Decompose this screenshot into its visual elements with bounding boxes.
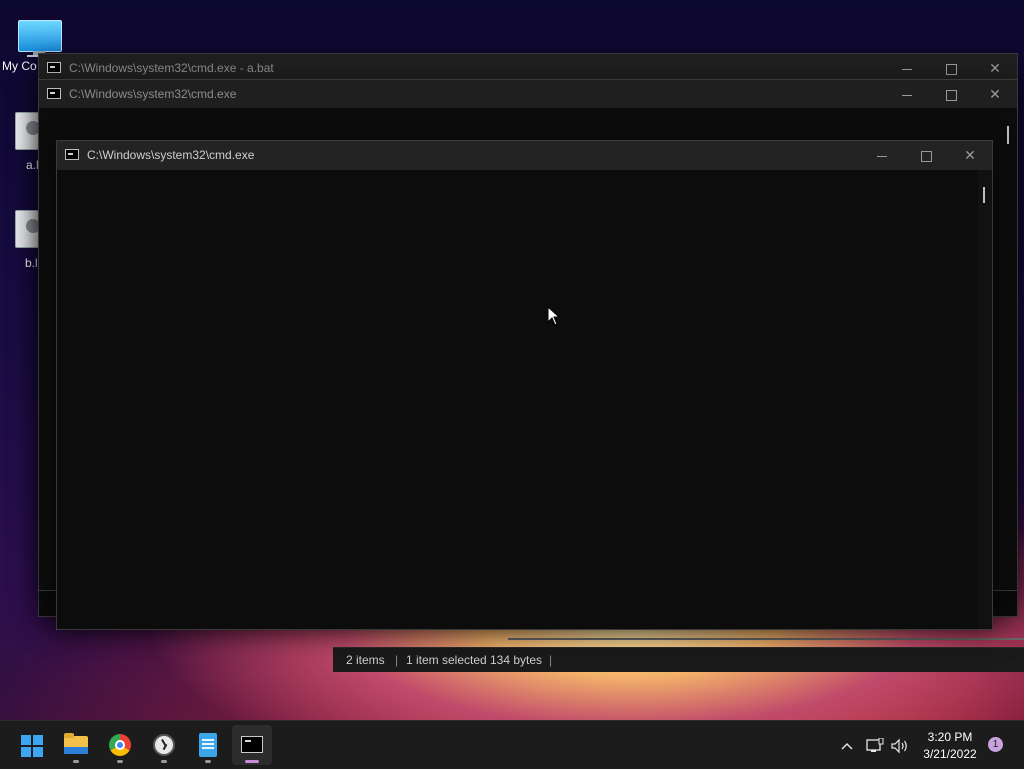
taskbar-chrome[interactable] [100,725,140,765]
desktop-icon-label: b.l [25,256,38,270]
running-indicator [117,760,123,763]
cmd-icon [65,149,79,160]
status-separator: | [395,653,399,667]
explorer-scrollbar[interactable] [508,638,1024,640]
show-hidden-icons-button[interactable] [836,721,858,769]
computer-icon [18,20,62,52]
clock-date: 3/21/2022 [923,747,977,761]
taskbar-notepad[interactable] [188,725,228,765]
notification-badge[interactable]: 1 [988,737,1003,752]
maximize-button[interactable] [929,54,973,82]
status-item-count: 2 items [346,653,385,667]
running-indicator [205,760,211,763]
desktop-icon-b-bat[interactable]: b.l [0,206,47,276]
desktop-icon-a-bat[interactable]: a.l [0,108,47,178]
desktop-icon-label: My Co [2,59,37,73]
clock-icon [153,734,175,756]
close-icon: ✕ [989,60,1001,76]
minimize-button[interactable] [885,54,929,82]
mouse-cursor-icon [547,306,561,326]
console-area[interactable] [57,170,978,629]
console-scrollbar-thumb[interactable] [983,187,985,203]
console-scrollbar-track[interactable] [978,170,992,629]
taskbar: 3:20 PM 3/21/2022 [0,720,1024,769]
terminal-icon [241,736,263,753]
titlebar[interactable]: C:\Windows\system32\cmd.exe ✕ [57,141,992,170]
network-icon [866,737,884,753]
titlebar[interactable]: C:\Windows\system32\cmd.exe - a.bat ✕ [39,54,1017,82]
window-title: C:\Windows\system32\cmd.exe - a.bat [69,61,274,75]
clock-time: 3:20 PM [927,730,973,744]
notepad-icon [199,733,217,757]
chevron-up-icon [841,743,853,750]
taskbar-clock-area[interactable]: 3:20 PM 3/21/2022 [912,721,988,769]
cmd-icon [47,62,61,73]
active-indicator [245,760,259,763]
chrome-icon [109,734,131,756]
status-size: 134 bytes [490,653,543,667]
cmd-window-front[interactable]: C:\Windows\system32\cmd.exe ✕ [56,140,993,630]
windows-logo-icon [21,735,43,757]
taskbar-terminal[interactable] [232,725,272,765]
maximize-button[interactable] [904,141,948,169]
console-scrollbar[interactable] [1007,126,1009,144]
maximize-button[interactable] [929,80,973,108]
window-title: C:\Windows\system32\cmd.exe [69,87,237,101]
minimize-icon [902,94,912,96]
taskbar-file-explorer[interactable] [56,725,96,765]
window-title: C:\Windows\system32\cmd.exe [87,148,255,162]
explorer-status-bar: 2 items | 1 item selected 134 bytes | [333,647,1024,672]
network-button[interactable] [864,721,886,769]
status-selection: 1 item selected [406,653,487,667]
start-button[interactable] [12,725,52,765]
volume-icon [891,738,907,754]
maximize-icon [920,150,932,162]
minimize-icon [902,68,912,70]
close-button[interactable]: ✕ [948,141,992,169]
volume-button[interactable] [889,721,911,769]
running-indicator [161,760,167,763]
taskbar-clock[interactable] [144,725,184,765]
close-icon: ✕ [989,86,1001,102]
close-button[interactable]: ✕ [973,54,1017,82]
desktop-icon-label: a.l [26,158,39,172]
minimize-button[interactable] [860,141,904,169]
close-button[interactable]: ✕ [973,80,1017,108]
running-indicator [73,760,79,763]
folder-icon [64,733,88,754]
minimize-icon [877,155,887,157]
maximize-icon [945,89,957,101]
maximize-icon [945,63,957,75]
close-icon: ✕ [964,147,976,163]
status-separator: | [549,653,553,667]
cmd-icon [47,88,61,99]
minimize-button[interactable] [885,80,929,108]
titlebar[interactable]: C:\Windows\system32\cmd.exe ✕ [39,80,1017,108]
